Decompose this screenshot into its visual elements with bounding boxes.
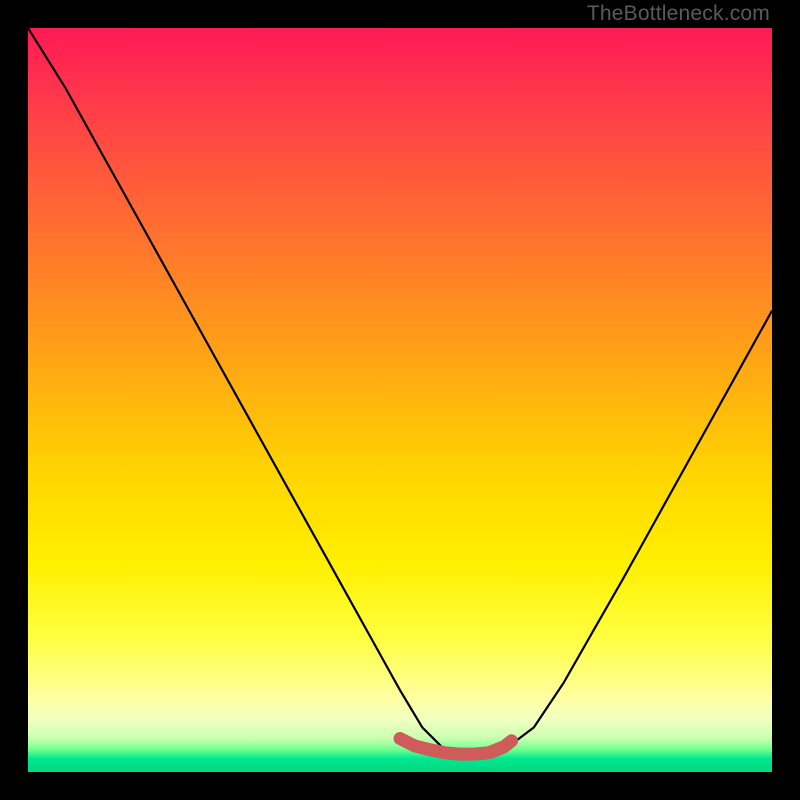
bottleneck-curve [28,28,772,757]
valley-highlight [400,739,512,755]
plot-area [28,28,772,772]
chart-frame: TheBottleneck.com [0,0,800,800]
chart-svg [28,28,772,772]
watermark-text: TheBottleneck.com [587,2,770,26]
